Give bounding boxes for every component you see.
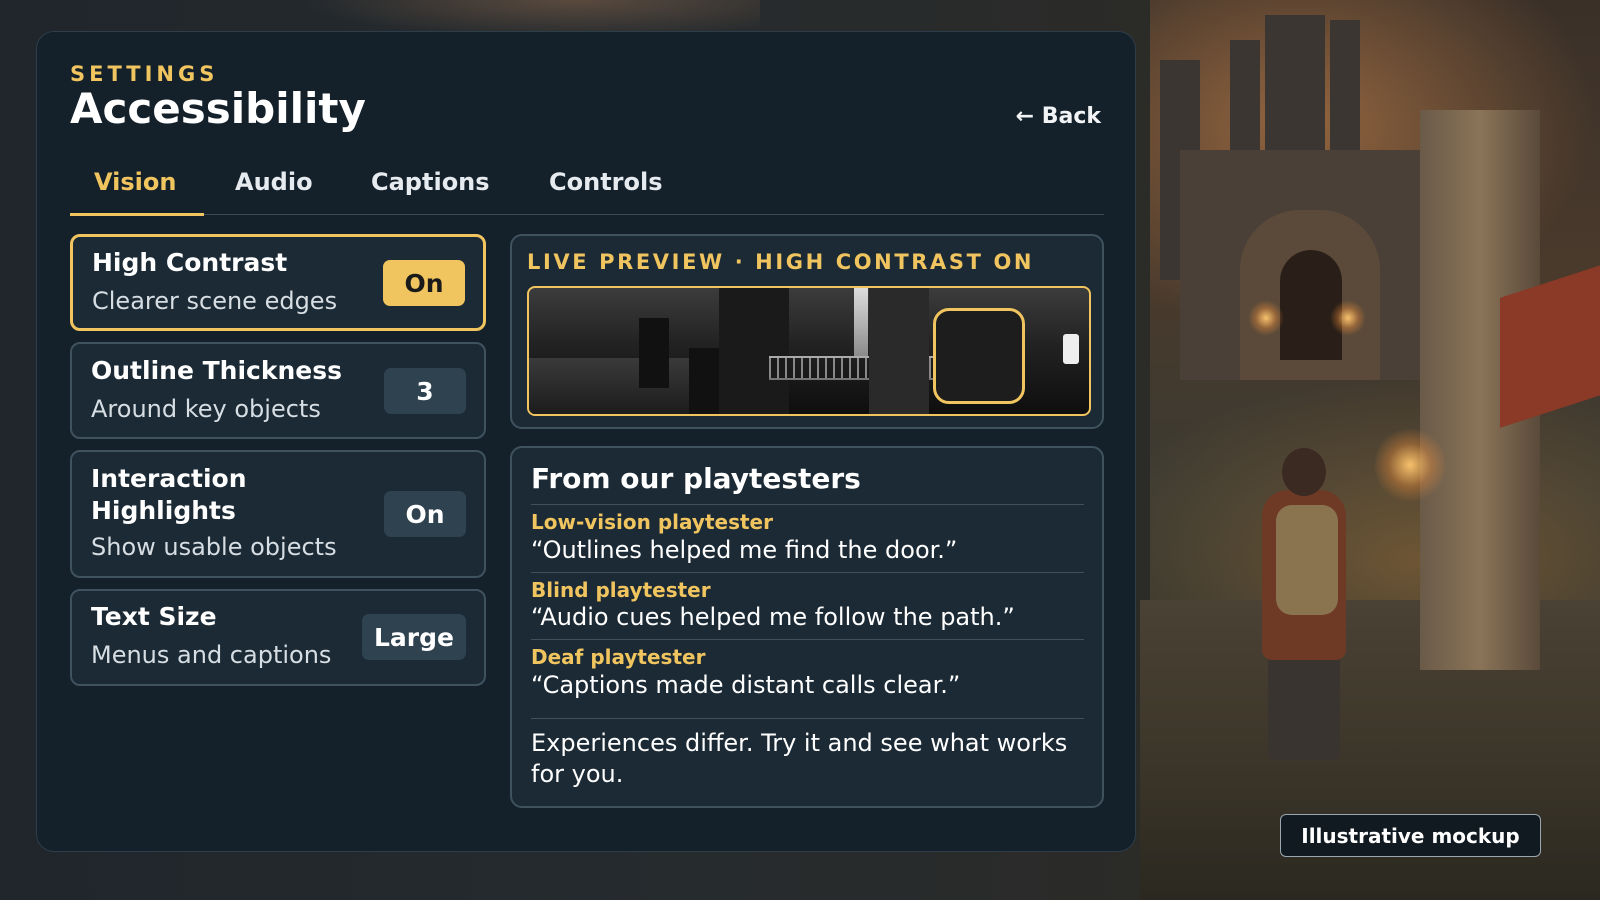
testimonial-author: Blind playtester [531, 578, 711, 602]
page-title: Accessibility [70, 84, 366, 133]
testimonials-title: From our playtesters [531, 462, 861, 495]
preview-title: LIVE PREVIEW · HIGH CONTRAST ON [527, 250, 1035, 274]
tab-controls[interactable]: Controls [549, 168, 663, 196]
setting-interaction-highlights[interactable]: Interaction Highlights Show usable objec… [70, 450, 486, 578]
testimonial-quote: “Captions made distant calls clear.” [531, 671, 961, 699]
divider [531, 639, 1084, 640]
tab-vision[interactable]: Vision [94, 168, 176, 196]
setting-description: Clearer scene edges [92, 287, 338, 315]
tab-audio[interactable]: Audio [235, 168, 313, 196]
preview-focus-highlight [933, 308, 1025, 404]
settings-panel: SETTINGS Accessibility ← Back Vision Aud… [36, 31, 1136, 852]
active-tab-indicator [70, 213, 204, 216]
divider [531, 718, 1084, 719]
setting-high-contrast[interactable]: High Contrast Clearer scene edges On [70, 234, 486, 331]
testimonials-note: Experiences differ. Try it and see what … [531, 729, 1068, 788]
testimonial-quote: “Outlines helped me find the door.” [531, 536, 958, 564]
text-size-value[interactable]: Large [362, 614, 466, 660]
setting-label-line2: Highlights [91, 496, 236, 525]
setting-description: Show usable objects [91, 533, 337, 561]
testimonial-author: Deaf playtester [531, 645, 706, 669]
setting-label: High Contrast [92, 248, 288, 277]
tab-bar: Vision Audio Captions Controls [70, 164, 1104, 216]
setting-outline-thickness[interactable]: Outline Thickness Around key objects 3 [70, 342, 486, 439]
illustrative-mockup-badge: Illustrative mockup [1280, 814, 1541, 857]
outline-thickness-value[interactable]: 3 [384, 368, 466, 414]
preview-image [527, 286, 1091, 416]
setting-description: Around key objects [91, 395, 321, 423]
divider [531, 504, 1084, 505]
setting-text-size[interactable]: Text Size Menus and captions Large [70, 589, 486, 686]
setting-label: Text Size [91, 602, 217, 631]
tab-captions[interactable]: Captions [371, 168, 490, 196]
playtester-testimonials: From our playtesters Low-vision playtest… [510, 446, 1104, 808]
interaction-highlights-toggle[interactable]: On [384, 491, 466, 537]
setting-label: Outline Thickness [91, 356, 342, 385]
setting-label-line1: Interaction [91, 464, 247, 493]
testimonial-author: Low-vision playtester [531, 510, 773, 534]
section-eyebrow: SETTINGS [70, 62, 219, 86]
high-contrast-toggle[interactable]: On [383, 260, 465, 306]
live-preview: LIVE PREVIEW · HIGH CONTRAST ON [510, 234, 1104, 429]
back-button[interactable]: ← Back [1016, 104, 1101, 129]
testimonial-quote: “Audio cues helped me follow the path.” [531, 603, 1015, 631]
divider [531, 572, 1084, 573]
setting-description: Menus and captions [91, 641, 332, 669]
